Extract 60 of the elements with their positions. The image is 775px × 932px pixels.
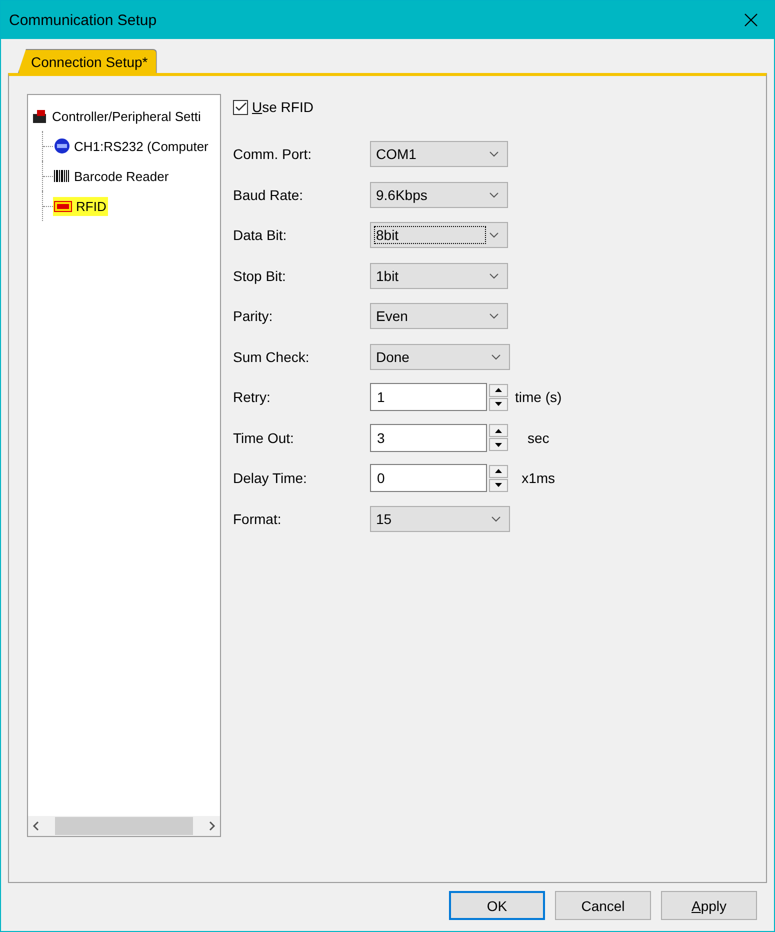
spin-up-button[interactable] <box>489 384 508 397</box>
field-label: Retry: <box>233 389 272 406</box>
chevron-right-icon[interactable] <box>208 821 216 831</box>
field-label: Data Bit: <box>233 227 288 244</box>
chevron-down-icon <box>491 354 501 360</box>
triangle-up-icon <box>495 428 502 433</box>
tree-item[interactable]: Controller/Peripheral Setti <box>51 108 202 124</box>
chevron-down-icon <box>491 516 501 522</box>
horizontal-scrollbar[interactable] <box>28 816 220 836</box>
number-field[interactable]: 1 <box>370 383 487 412</box>
chevron-down-icon <box>489 272 499 279</box>
chevron-left-icon[interactable] <box>32 821 40 831</box>
dropdown[interactable]: 15 <box>370 506 510 532</box>
spin-down-button[interactable] <box>489 478 508 492</box>
tree-item[interactable]: Barcode Reader <box>53 166 171 186</box>
chevron-down-icon <box>489 313 499 320</box>
apply-button[interactable]: Apply <box>661 891 757 920</box>
field-label: Stop Bit: <box>233 268 287 284</box>
dropdown[interactable]: 8bit <box>370 222 508 248</box>
field-label: Format: <box>233 510 282 527</box>
chevron-down-icon <box>489 151 499 158</box>
chevron-down-icon <box>489 232 499 238</box>
rfid-tag-icon <box>54 200 72 212</box>
dropdown[interactable]: Done <box>370 344 510 370</box>
triangle-down-icon <box>495 442 502 447</box>
number-field[interactable]: 3 <box>370 424 487 452</box>
tree-item[interactable]: RFID <box>53 196 108 216</box>
field-label: Baud Rate: <box>233 186 304 203</box>
use-rfid-checkbox[interactable]: Use RFID <box>233 94 562 120</box>
field-label: Comm. Port: <box>233 146 313 162</box>
check-icon <box>234 102 246 112</box>
number-field[interactable]: 0 <box>370 464 487 492</box>
dropdown[interactable]: 9.6Kbps <box>370 182 508 208</box>
cancel-button[interactable]: Cancel <box>555 891 651 920</box>
spin-down-button[interactable] <box>489 438 508 452</box>
ok-button[interactable]: OK <box>449 891 545 920</box>
unit-label: sec <box>527 430 550 446</box>
tab[interactable]: Connection Setup* <box>18 49 157 73</box>
spin-down-button[interactable] <box>489 398 508 411</box>
spin-up-button[interactable] <box>489 424 508 438</box>
barcode-icon <box>54 170 70 182</box>
chevron-down-icon <box>489 192 499 198</box>
dropdown[interactable]: COM1 <box>370 141 508 168</box>
close-icon <box>744 13 758 27</box>
triangle-up-icon <box>495 388 502 392</box>
unit-label: x1ms <box>522 470 556 486</box>
dropdown[interactable]: Even <box>370 303 508 330</box>
field-label: Time Out: <box>233 430 295 446</box>
triangle-down-icon <box>495 402 502 406</box>
dropdown[interactable]: 1bit <box>370 262 508 289</box>
field-label: Sum Check: <box>233 348 310 365</box>
triangle-up-icon <box>495 469 502 474</box>
field-label: Delay Time: <box>233 470 308 486</box>
globe-icon <box>54 138 70 154</box>
unit-label: time (s) <box>515 389 562 406</box>
triangle-down-icon <box>495 483 502 488</box>
spin-up-button[interactable] <box>489 464 508 478</box>
window-title: Communication Setup <box>9 12 157 28</box>
field-label: Parity: <box>233 308 274 324</box>
tree-item[interactable]: CH1:RS232 (Computer <box>53 136 210 156</box>
